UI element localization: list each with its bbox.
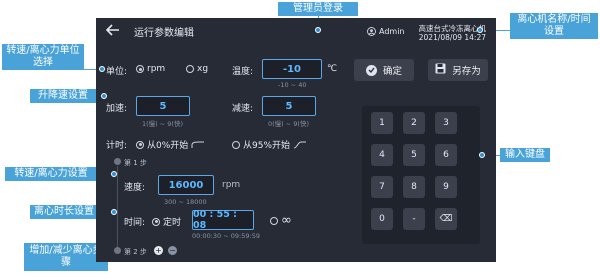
keypad-key[interactable]: 6 bbox=[435, 144, 457, 166]
keypad-key[interactable]: - bbox=[403, 208, 425, 230]
callout-dot bbox=[111, 171, 117, 177]
keypad-key[interactable]: 3 bbox=[435, 112, 457, 134]
back-icon[interactable] bbox=[105, 24, 120, 36]
callout-device-name-time: 离心机名称/时间设置 bbox=[510, 13, 598, 39]
speed-label: 速度: bbox=[124, 183, 146, 193]
callout-dot bbox=[111, 209, 117, 215]
callout-keypad: 输入键盘 bbox=[500, 148, 550, 162]
keypad-key[interactable]: 2 bbox=[403, 112, 425, 134]
callout-unit-select: 转速/离心力单位选择 bbox=[2, 44, 84, 70]
callout-dot bbox=[479, 152, 485, 158]
add-step-button[interactable]: + bbox=[154, 246, 163, 255]
step-1-dot bbox=[114, 158, 121, 165]
temperature-input[interactable]: -10 bbox=[262, 59, 322, 79]
radio-icon bbox=[270, 216, 278, 225]
temperature-label: 温度: bbox=[232, 67, 254, 77]
callout-dot bbox=[99, 66, 105, 72]
accel-input[interactable]: 5 bbox=[136, 96, 190, 116]
keypad-key[interactable]: 5 bbox=[403, 144, 425, 166]
radio-icon bbox=[186, 65, 194, 73]
step-2-dot bbox=[114, 247, 121, 254]
callout-dot bbox=[101, 93, 107, 99]
radio-icon bbox=[136, 140, 144, 149]
check-icon bbox=[365, 64, 377, 76]
save-icon bbox=[435, 63, 446, 77]
unit-option-xg[interactable]: xg bbox=[186, 64, 208, 74]
unit-option-rpm[interactable]: rpm bbox=[136, 64, 165, 74]
confirm-label: 确定 bbox=[382, 66, 402, 77]
radio-icon bbox=[152, 217, 160, 226]
speed-input[interactable]: 16000 bbox=[158, 175, 214, 195]
callout-speed-force: 转速/离心力设置 bbox=[5, 167, 97, 181]
radio-icon bbox=[136, 65, 144, 73]
save-as-label: 另存为 bbox=[452, 66, 481, 77]
user-name[interactable]: Admin bbox=[379, 27, 405, 36]
xg-label: xg bbox=[197, 64, 209, 74]
timing-option-95[interactable]: 从95%开始 bbox=[232, 138, 307, 151]
time-label: 时间: bbox=[124, 218, 146, 228]
step-line bbox=[117, 166, 118, 250]
step-2-label: 第 2 步 bbox=[124, 248, 147, 256]
temperature-range: -10 ~ 40 bbox=[278, 81, 307, 89]
temperature-unit: ℃ bbox=[327, 64, 338, 74]
speed-range: 300 ~ 18000 bbox=[164, 198, 207, 206]
timing-label: 计时: bbox=[106, 141, 128, 151]
infinite-option[interactable]: ∞ bbox=[270, 213, 292, 228]
step-1-label: 第 1 步 bbox=[124, 159, 147, 167]
decel-range: 0(慢) ~ 9(快) bbox=[268, 120, 309, 128]
datetime[interactable]: 2021/08/09 14:27 bbox=[419, 33, 486, 42]
speed-unit: rpm bbox=[222, 180, 241, 190]
rpm-label: rpm bbox=[147, 64, 166, 74]
timing-95-label: 从95%开始 bbox=[243, 141, 291, 151]
callout-duration: 离心时长设置 bbox=[30, 205, 98, 219]
user-circle-icon bbox=[367, 27, 376, 36]
keypad-key[interactable]: 0 bbox=[371, 208, 393, 230]
save-as-button[interactable]: 另存为 bbox=[428, 59, 488, 81]
keypad-key[interactable]: 4 bbox=[371, 144, 393, 166]
keypad-key[interactable]: 7 bbox=[371, 176, 393, 198]
keypad-key[interactable]: 9 bbox=[435, 176, 457, 198]
curve-icon bbox=[293, 141, 307, 148]
radio-icon bbox=[232, 140, 240, 149]
callout-dot bbox=[477, 27, 483, 33]
backspace-key[interactable]: ⌫ bbox=[435, 208, 457, 230]
timed-label: 定时 bbox=[163, 218, 182, 228]
timed-option[interactable]: 定时 bbox=[152, 215, 181, 228]
confirm-button[interactable]: 确定 bbox=[354, 59, 414, 81]
remove-step-button[interactable]: − bbox=[168, 246, 177, 255]
timing-option-0[interactable]: 从0%开始 bbox=[136, 138, 205, 151]
callout-dot bbox=[315, 27, 321, 33]
timing-0-label: 从0%开始 bbox=[147, 141, 189, 151]
curve-icon bbox=[191, 141, 205, 148]
accel-label: 加速: bbox=[106, 104, 128, 114]
keypad-key[interactable]: 1 bbox=[371, 112, 393, 134]
unit-label: 单位: bbox=[106, 67, 128, 77]
device-screen: 运行参数编辑 Admin 高速台式冷冻离心机 2021/08/09 14:27 … bbox=[96, 18, 496, 262]
callout-admin-login: 管理员登录 bbox=[278, 2, 358, 16]
decel-label: 减速: bbox=[232, 104, 254, 114]
accel-range: 1(慢) ~ 9(快) bbox=[142, 120, 183, 128]
decel-input[interactable]: 5 bbox=[262, 96, 316, 116]
keypad-key[interactable]: 8 bbox=[403, 176, 425, 198]
page-title: 运行参数编辑 bbox=[134, 28, 194, 39]
time-range: 00:00:30 ~ 09:59:59 bbox=[192, 232, 260, 240]
time-input[interactable]: 00 : 55 : 08 bbox=[192, 209, 254, 231]
infinite-symbol: ∞ bbox=[281, 213, 292, 228]
callout-accel-decel: 升降速设置 bbox=[30, 89, 96, 103]
